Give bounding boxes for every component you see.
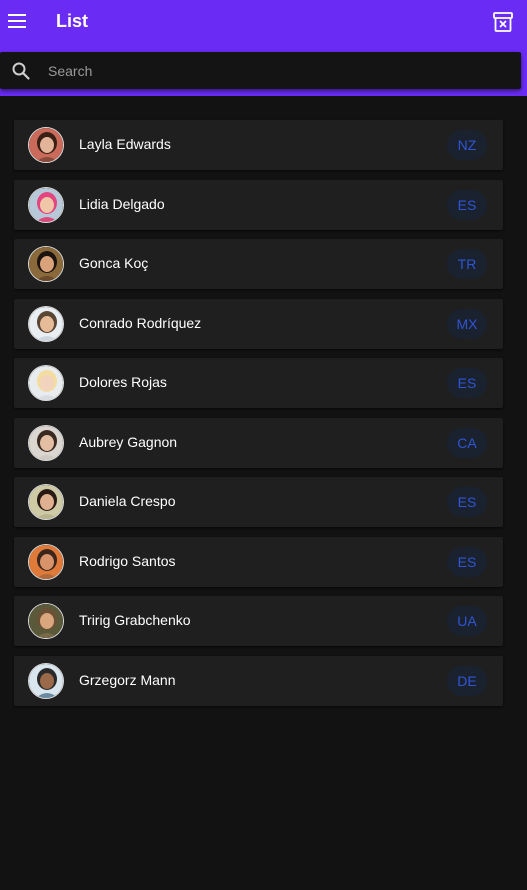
avatar xyxy=(28,484,64,520)
avatar xyxy=(28,662,64,699)
country-badge: ES xyxy=(447,546,487,577)
country-badge: NZ xyxy=(447,130,487,160)
menu-icon xyxy=(8,14,26,28)
country-badge: TR xyxy=(447,249,487,279)
avatar xyxy=(28,305,64,342)
avatar xyxy=(28,186,64,223)
person-name: Tririg Grabchenko xyxy=(79,612,191,628)
list-item[interactable]: Lidia Delgado ES xyxy=(14,179,503,230)
list-item[interactable]: Dolores Rojas ES xyxy=(14,358,503,408)
country-badge: ES xyxy=(447,368,487,398)
country-badge: MX xyxy=(447,308,487,339)
search-bar xyxy=(0,52,521,89)
person-name: Grzegorz Mann xyxy=(79,671,176,688)
page-title: List xyxy=(56,11,89,31)
country-badge: CA xyxy=(447,427,487,458)
search-icon xyxy=(12,62,30,80)
avatar xyxy=(28,543,64,580)
person-name: Layla Edwards xyxy=(79,136,171,152)
country-badge: ES xyxy=(447,189,487,220)
country-badge: UA xyxy=(447,606,487,636)
person-name: Daniela Crespo xyxy=(79,493,176,509)
avatar xyxy=(28,246,64,282)
archive-button[interactable] xyxy=(491,10,515,34)
person-name: Dolores Rojas xyxy=(79,374,167,390)
country-badge: ES xyxy=(447,487,487,517)
avatar xyxy=(28,603,64,639)
avatar xyxy=(28,365,64,401)
list-item[interactable]: Daniela Crespo ES xyxy=(14,477,503,527)
people-list: Layla Edwards NZ Lidia Delgado ES Gonca Koç T… xyxy=(14,120,503,715)
avatar xyxy=(28,127,64,163)
list-item[interactable]: Aubrey Gagnon CA xyxy=(14,417,503,468)
person-name: Gonca Koç xyxy=(79,255,149,271)
search-input[interactable] xyxy=(46,52,506,89)
list-item[interactable]: Grzegorz Mann DE xyxy=(14,655,503,706)
country-badge: DE xyxy=(447,665,487,696)
menu-button[interactable] xyxy=(4,8,30,34)
list-item[interactable]: Conrado Rodríquez MX xyxy=(14,298,503,349)
person-name: Rodrigo Santos xyxy=(79,552,176,569)
list-item[interactable]: Gonca Koç TR xyxy=(14,239,503,289)
list-item[interactable]: Layla Edwards NZ xyxy=(14,120,503,170)
person-name: Lidia Delgado xyxy=(79,195,165,212)
avatar xyxy=(28,424,64,461)
list-item[interactable]: Tririg Grabchenko UA xyxy=(14,596,503,646)
app-toolbar: List xyxy=(0,0,527,96)
list-item[interactable]: Rodrigo Santos ES xyxy=(14,536,503,587)
archive-x-icon xyxy=(493,12,513,32)
person-name: Conrado Rodríquez xyxy=(79,314,202,331)
person-name: Aubrey Gagnon xyxy=(79,433,178,450)
